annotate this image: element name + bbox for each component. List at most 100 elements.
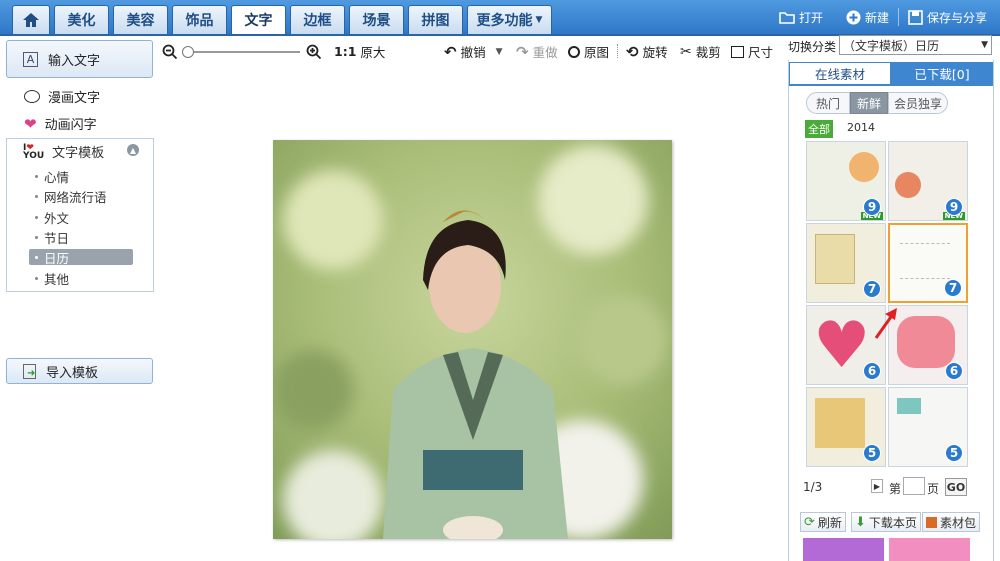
plus-circle-icon xyxy=(846,10,861,25)
page-input[interactable] xyxy=(903,477,925,495)
template-item-calendar[interactable]: 日历 xyxy=(29,249,133,266)
template-group: I❤ YOU 文字模板 ▲ 心情 网络流行语 外文 节日 日历 其他 xyxy=(6,138,154,292)
bullet-icon xyxy=(35,175,38,178)
bullet-icon xyxy=(35,236,38,239)
template-item-mood[interactable]: 心情 xyxy=(35,167,69,186)
tab-text[interactable]: 文字 xyxy=(231,5,286,34)
i-love-you-icon: I❤ YOU xyxy=(23,142,45,161)
home-tab[interactable] xyxy=(12,5,50,34)
page-prefix: 第 xyxy=(889,482,902,496)
top-nav-bar: 美化 美容 饰品 文字 边框 场景 拼图 更多功能 ▼ 打开 新建 保存与分享 xyxy=(0,0,1000,34)
redo-icon: ↷ xyxy=(516,42,529,61)
refresh-button[interactable]: ⟳ 刷新 xyxy=(800,512,846,532)
tab-online-materials[interactable]: 在线素材 xyxy=(789,62,891,84)
calendar-thumb[interactable]: NEW 9 xyxy=(888,141,968,221)
tab-more-features[interactable]: 更多功能 ▼ xyxy=(467,5,552,34)
calendar-thumb[interactable]: 5 xyxy=(888,387,968,467)
material-panel: 在线素材 已下载[0] 热门 新鲜 会员独享 全部 2014 NEW 9 NEW… xyxy=(788,60,994,561)
scissors-icon: ✂ xyxy=(680,43,692,60)
next-page-icon[interactable]: ▶ xyxy=(871,479,883,493)
input-text-button[interactable]: A 输入文字 xyxy=(6,40,153,78)
template-item-internet-slang[interactable]: 网络流行语 xyxy=(35,187,107,206)
zoom-controls: 1:1 原大 xyxy=(162,42,385,61)
crop-button[interactable]: ✂ 裁剪 xyxy=(680,42,721,61)
download-icon: ⬇ xyxy=(855,514,866,530)
template-item-holiday[interactable]: 节日 xyxy=(35,228,69,247)
category-select[interactable]: （文字模板）日历 ▼ xyxy=(839,35,992,55)
save-share-button[interactable]: 保存与分享 xyxy=(908,9,987,26)
divider xyxy=(898,8,899,26)
rotate-icon: ⟲ xyxy=(626,42,639,61)
rotate-button[interactable]: ⟲ 旋转 xyxy=(626,42,668,61)
banner-thumb[interactable] xyxy=(803,538,884,561)
banner-thumb[interactable] xyxy=(889,538,970,561)
calendar-thumb-selected[interactable]: 7 xyxy=(888,223,968,303)
switch-category-label: 切换分类 xyxy=(788,40,837,54)
calendar-thumb[interactable]: 7 xyxy=(806,223,886,303)
bullet-icon xyxy=(35,195,38,198)
original-size-button[interactable]: 原大 xyxy=(360,42,385,61)
dropdown-arrow-icon: ▼ xyxy=(535,15,543,25)
go-button[interactable]: GO xyxy=(945,478,967,496)
tab-makeup[interactable]: 美容 xyxy=(113,5,168,34)
photo-canvas[interactable] xyxy=(273,140,672,539)
red-arrow-icon xyxy=(874,308,897,339)
circle-icon xyxy=(568,45,580,58)
page-suffix: 页 xyxy=(927,482,940,496)
tab-downloaded[interactable]: 已下载[0] xyxy=(891,62,993,84)
filter-vip[interactable]: 会员独享 xyxy=(888,92,948,114)
filter-new[interactable]: 新鲜 xyxy=(850,92,888,114)
original-image-button[interactable]: 原图 xyxy=(568,42,609,61)
import-icon: ➜ xyxy=(23,363,36,379)
year-all[interactable]: 全部 xyxy=(805,120,833,138)
year-2014[interactable]: 2014 xyxy=(847,121,875,134)
filter-hot[interactable]: 热门 xyxy=(806,92,850,114)
heart-icon: ❤ xyxy=(24,114,37,133)
dropdown-arrow-icon: ▼ xyxy=(981,40,988,50)
calendar-thumb[interactable]: NEW 9 xyxy=(806,141,886,221)
bullet-icon xyxy=(35,277,38,280)
template-header[interactable]: I❤ YOU 文字模板 xyxy=(23,142,104,161)
undo-button[interactable]: ↶ 撤销 ▼ xyxy=(444,42,503,61)
package-icon xyxy=(926,516,937,528)
resize-icon xyxy=(731,45,744,58)
open-button[interactable]: 打开 xyxy=(779,9,823,26)
template-item-other[interactable]: 其他 xyxy=(35,269,69,288)
tab-beautify[interactable]: 美化 xyxy=(54,5,109,34)
comic-text-item[interactable]: 漫画文字 xyxy=(24,87,100,106)
photo-image xyxy=(273,140,672,539)
zoom-in-icon[interactable] xyxy=(306,44,322,60)
speech-bubble-icon xyxy=(24,90,40,103)
template-item-foreign[interactable]: 外文 xyxy=(35,208,69,227)
home-icon xyxy=(23,13,39,27)
tab-scene[interactable]: 场景 xyxy=(349,5,404,34)
tab-collage[interactable]: 拼图 xyxy=(408,5,463,34)
download-page-button[interactable]: ⬇ 下载本页 xyxy=(851,512,921,532)
heart-shape: ♥ xyxy=(813,309,871,383)
new-button[interactable]: 新建 xyxy=(846,9,889,26)
collapse-icon[interactable]: ▲ xyxy=(127,144,139,156)
text-a-icon: A xyxy=(23,51,38,67)
calendar-thumb[interactable]: 5 xyxy=(806,387,886,467)
tab-underline xyxy=(789,84,993,86)
tab-accessories[interactable]: 饰品 xyxy=(172,5,227,34)
bullet-icon xyxy=(35,255,38,259)
zoom-out-icon[interactable] xyxy=(162,44,178,60)
size-button[interactable]: 尺寸 xyxy=(731,42,773,61)
folder-icon xyxy=(779,12,795,24)
zoom-slider[interactable] xyxy=(182,45,302,58)
divider xyxy=(617,44,618,58)
refresh-icon: ⟳ xyxy=(804,514,815,530)
redo-button[interactable]: ↷ 重做 xyxy=(516,42,558,61)
import-template-button[interactable]: ➜ 导入模板 xyxy=(6,358,153,384)
bullet-icon xyxy=(35,216,38,219)
tab-border[interactable]: 边框 xyxy=(290,5,345,34)
material-pack-button[interactable]: 素材包 xyxy=(922,512,981,532)
undo-icon: ↶ xyxy=(444,42,457,61)
animated-text-item[interactable]: ❤ 动画闪字 xyxy=(24,114,97,134)
save-icon xyxy=(908,10,923,25)
ratio-label[interactable]: 1:1 xyxy=(334,44,356,59)
pagination: 1/3 xyxy=(803,480,823,494)
zoom-slider-handle[interactable] xyxy=(182,45,194,58)
dropdown-arrow-icon[interactable]: ▼ xyxy=(496,47,503,57)
